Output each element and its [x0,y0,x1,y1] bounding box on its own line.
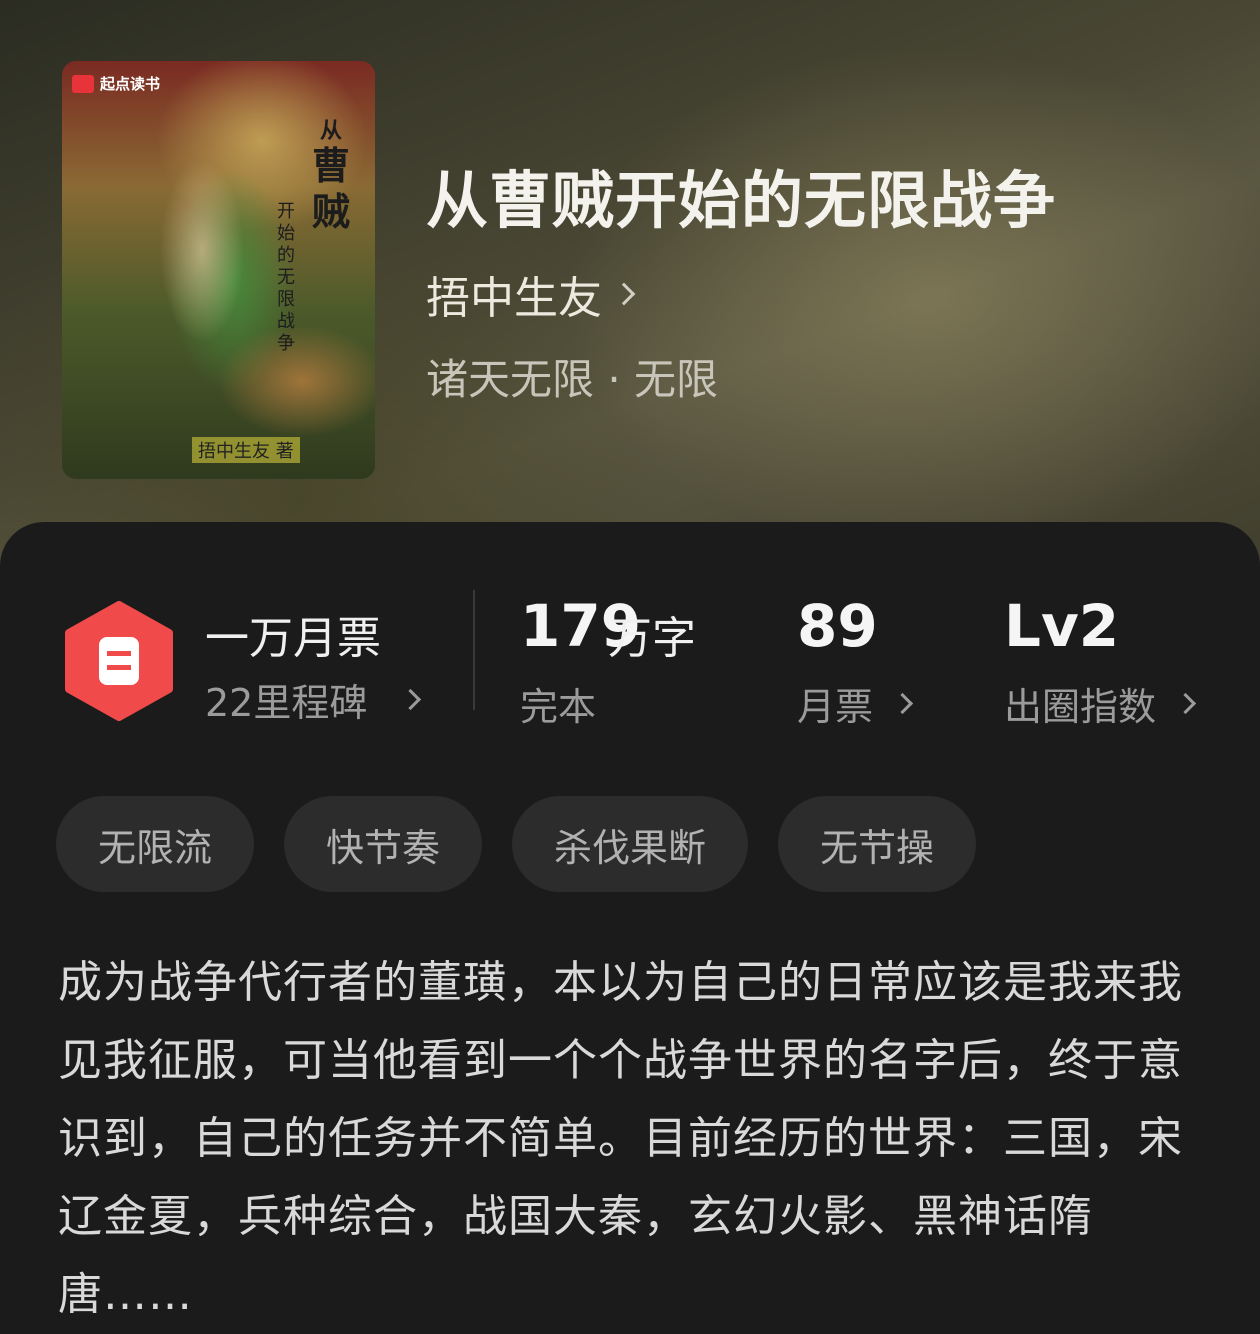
monthly-ticket-link[interactable]: 月票 [797,676,914,731]
chevron-right-icon [891,692,914,715]
chevron-right-icon [1174,692,1197,715]
tag-chip[interactable]: 杀伐果断 [512,796,749,892]
tag-chip[interactable]: 无限流 [56,796,255,892]
tag-chip[interactable]: 快节奏 [284,796,483,892]
author-name: 捂中生友 [426,273,602,324]
ticket-badge-icon[interactable] [63,601,175,721]
award-milestone: 22里程碑 [205,681,368,725]
cover-illustration [132,101,272,401]
author-link[interactable]: 捂中生友 [426,262,636,326]
popularity-level-value: Lv2 [1004,592,1120,660]
word-count-unit: 万字 [608,613,696,664]
popularity-index-label: 出圈指数 [1004,685,1157,729]
monthly-ticket-value: 89 [797,592,878,660]
award-title[interactable]: 一万月票 [205,602,381,666]
book-title: 从曹贼开始的无限战争 [426,164,1057,237]
stat-divider [473,590,475,710]
tag-list: 无限流 快节奏 杀伐果断 无节操 [56,796,977,892]
cover-author: 捂中生友 著 [192,437,300,463]
completion-status: 完本 [520,685,597,729]
brand-logo-icon [72,74,94,93]
book-cover[interactable]: 起点读书 从 曹贼 开始的无限战争 捂中生友 著 [62,61,375,479]
popularity-index-link[interactable]: 出圈指数 [1004,676,1197,731]
book-genre: 诸天无限 · 无限 [426,355,719,404]
chevron-right-icon [612,282,636,306]
cover-title-small: 开始的无限战争 [277,201,295,354]
cover-title-big: 从 曹贼 [311,118,350,234]
tag-chip[interactable]: 无节操 [778,796,977,892]
monthly-ticket-label: 月票 [797,685,874,729]
award-milestone-link[interactable]: 22里程碑 [205,672,422,727]
chevron-right-icon [400,688,422,711]
cover-brand: 起点读书 [72,73,160,94]
book-description[interactable]: 成为战争代行者的董璜，本以为自己的日常应该是我来我见我征服，可当他看到一个个战争… [58,944,1198,1334]
